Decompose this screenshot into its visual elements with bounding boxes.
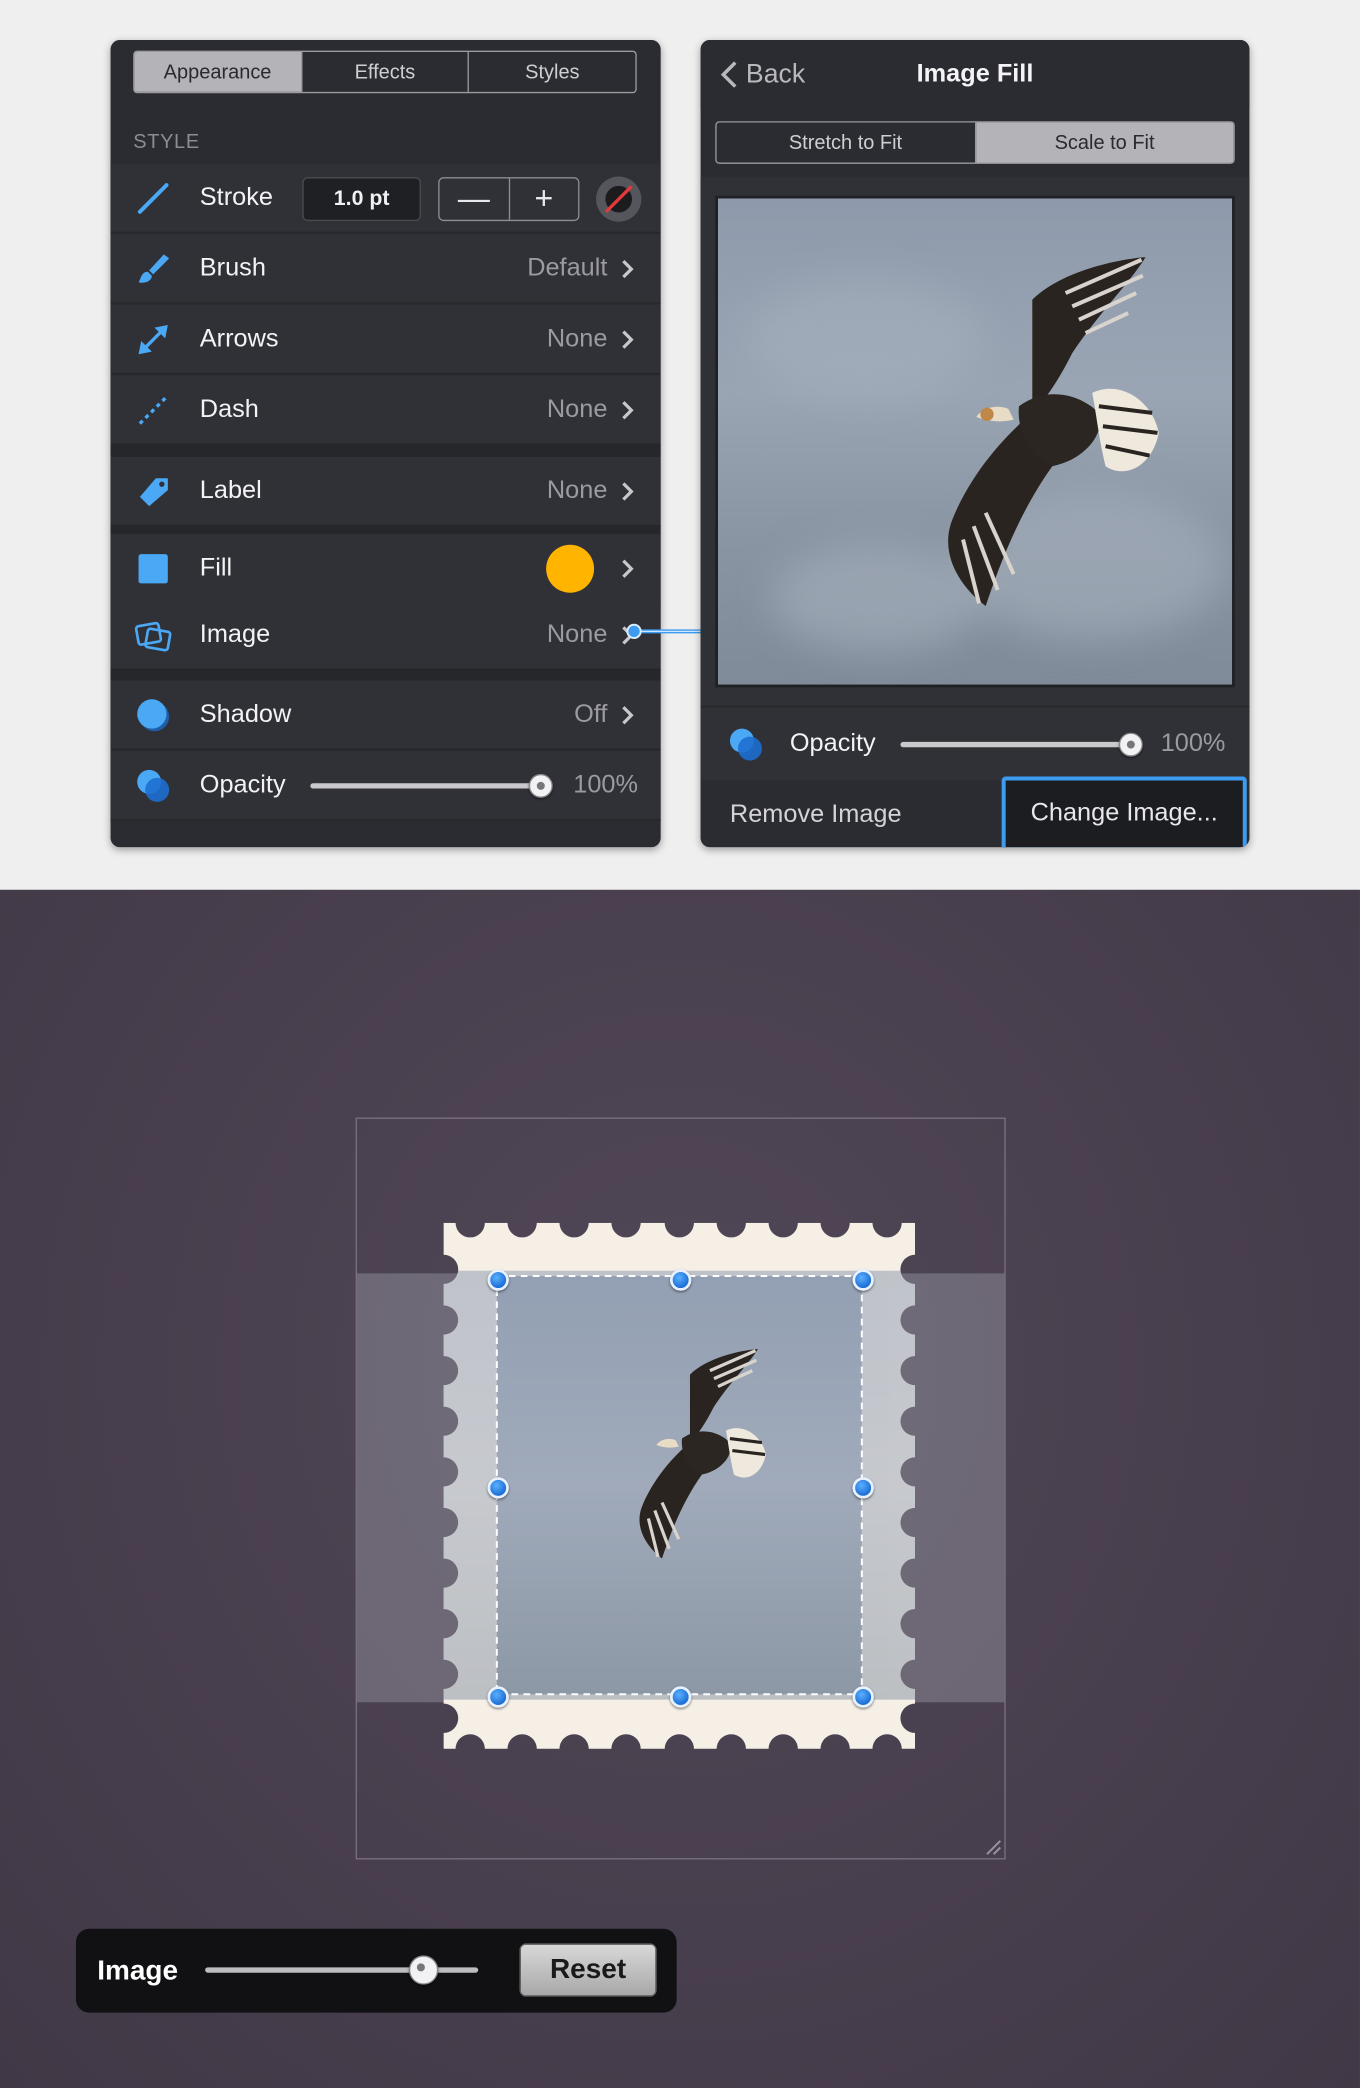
label-value: None [546, 476, 608, 505]
section-title: STYLE [133, 130, 200, 154]
image-icon [134, 621, 172, 652]
inspector-tabs: Appearance Effects Styles [133, 50, 637, 94]
opacity-label: Opacity [199, 771, 286, 800]
shadow-icon [137, 699, 170, 732]
back-label: Back [745, 59, 806, 90]
arrows-icon [138, 325, 168, 355]
selection-handle-top-right[interactable] [852, 1269, 874, 1291]
image-scale-toolbar: Image Reset [75, 1928, 677, 2013]
shadow-value: Off [574, 700, 608, 729]
opacity-slider-track[interactable] [310, 783, 543, 789]
tab-effects[interactable]: Effects [302, 51, 470, 92]
brush-icon [138, 254, 170, 283]
image-opacity-slider-track[interactable] [900, 741, 1133, 748]
bird-image [948, 257, 1159, 607]
reset-button[interactable]: Reset [519, 1943, 657, 1997]
dash-icon [138, 395, 168, 425]
image-opacity-row: Opacity 100% [700, 705, 1250, 781]
brush-row[interactable]: Brush Default [110, 234, 661, 304]
panels-area: Appearance Effects Styles STYLE Stroke 1… [0, 0, 1360, 890]
scale-to-fit-option[interactable]: Scale to Fit [975, 122, 1234, 163]
fill-square-icon [138, 554, 168, 584]
resize-grip-icon[interactable] [983, 1837, 1002, 1856]
style-inspector-panel: Appearance Effects Styles STYLE Stroke 1… [110, 39, 661, 848]
label-label: Label [199, 476, 262, 505]
tag-icon [139, 478, 168, 507]
arrows-label: Arrows [199, 325, 279, 353]
tab-appearance[interactable]: Appearance [134, 51, 302, 92]
stroke-label: Stroke [199, 183, 273, 212]
opacity-value: 100% [573, 771, 639, 800]
image-label: Image [199, 620, 271, 649]
image-opacity-value: 100% [1160, 729, 1226, 758]
selection-handle-left[interactable] [487, 1477, 509, 1499]
selection-handle-top-left[interactable] [487, 1269, 509, 1291]
chevron-right-icon [622, 482, 634, 501]
fill-row[interactable]: Fill [110, 534, 661, 604]
image-value: None [546, 620, 608, 649]
stroke-icon [137, 183, 169, 214]
opacity-icon [729, 728, 762, 761]
fill-color-swatch[interactable] [546, 544, 595, 593]
opacity-row: Opacity 100% [110, 751, 661, 821]
selection-handle-right[interactable] [852, 1477, 874, 1499]
selection-handle-bottom-right[interactable] [852, 1686, 874, 1708]
arrows-value: None [546, 325, 608, 353]
brush-value: Default [527, 254, 608, 283]
fit-mode-segmented: Stretch to Fit Scale to Fit [715, 121, 1235, 164]
dash-row[interactable]: Dash None [110, 375, 661, 445]
stroke-increase-button[interactable]: + [509, 178, 578, 219]
opacity-slider-knob[interactable] [528, 773, 553, 798]
selection-handle-bottom-left[interactable] [487, 1686, 509, 1708]
arrows-row[interactable]: Arrows None [110, 305, 661, 375]
shadow-row[interactable]: Shadow Off [110, 680, 661, 750]
chevron-right-icon [622, 706, 634, 725]
image-actions-bar: Remove Image Change Image... [700, 776, 1250, 848]
fill-label: Fill [199, 554, 233, 583]
shadow-label: Shadow [199, 700, 292, 729]
back-button[interactable]: Back [719, 40, 805, 109]
opacity-icon [137, 769, 170, 802]
canvas-area: Image Reset [0, 889, 1360, 2088]
change-image-button[interactable]: Change Image... [1001, 776, 1247, 848]
selection-handle-top[interactable] [669, 1269, 692, 1291]
image-fill-panel: Image Fill Back Stretch to Fit Scale to … [700, 39, 1250, 848]
image-scale-slider-knob[interactable] [408, 1955, 439, 1985]
stroke-row: Stroke 1.0 pt — + [110, 163, 661, 234]
remove-image-button[interactable]: Remove Image [730, 781, 902, 848]
stretch-to-fit-option[interactable]: Stretch to Fit [717, 122, 976, 163]
dash-value: None [546, 395, 608, 424]
image-scale-label: Image [97, 1955, 179, 1987]
chevron-right-icon [622, 559, 634, 578]
chevron-right-icon [622, 401, 634, 420]
dash-label: Dash [199, 395, 259, 424]
image-row[interactable]: Image None [110, 600, 661, 670]
label-row[interactable]: Label None [110, 456, 661, 527]
chevron-left-icon [720, 61, 737, 88]
tab-styles[interactable]: Styles [469, 52, 635, 92]
divider [110, 669, 661, 681]
postage-stamp-shape[interactable] [443, 1222, 916, 1749]
stroke-width-field[interactable]: 1.0 pt [302, 177, 421, 222]
image-opacity-label: Opacity [789, 729, 876, 758]
image-preview [715, 195, 1235, 688]
stroke-decrease-button[interactable]: — [440, 178, 510, 220]
connector-line [626, 623, 704, 640]
stroke-color-well-icon[interactable] [594, 174, 643, 223]
image-fill-header: Image Fill Back [700, 39, 1250, 110]
divider [110, 444, 661, 457]
image-opacity-slider-knob[interactable] [1118, 732, 1143, 757]
selection-handle-bottom[interactable] [669, 1686, 692, 1708]
stroke-stepper: — + [438, 177, 580, 222]
brush-label: Brush [199, 254, 266, 283]
image-preview-area [700, 177, 1250, 706]
divider [110, 526, 661, 535]
chevron-right-icon [622, 259, 634, 279]
chevron-right-icon [622, 330, 634, 349]
